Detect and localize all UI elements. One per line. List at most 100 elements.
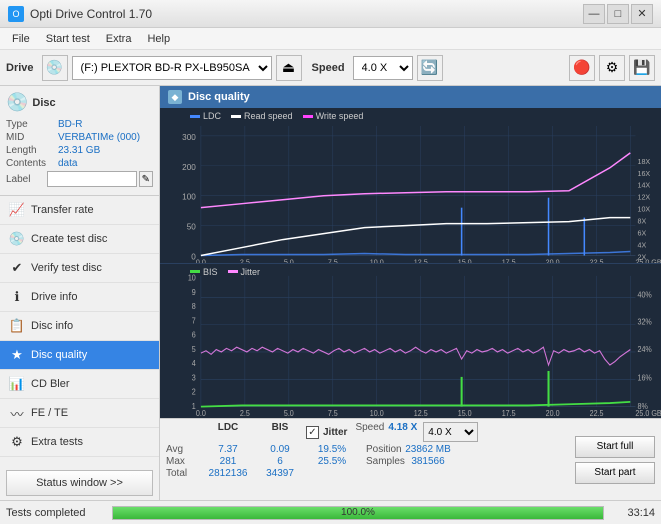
ldc-legend-dot	[190, 115, 200, 118]
start-part-btn[interactable]: Start part	[575, 462, 655, 484]
mid-label: MID	[6, 132, 58, 143]
menu-extra[interactable]: Extra	[98, 31, 140, 47]
nav-label-extra-tests: Extra tests	[31, 436, 83, 448]
svg-text:12.5: 12.5	[414, 260, 428, 263]
disc-btn2[interactable]: ⚙	[599, 55, 625, 81]
samples-label: Samples	[366, 456, 402, 467]
avg-label: Avg	[166, 444, 202, 455]
type-label: Type	[6, 119, 58, 130]
app-title: Opti Drive Control 1.70	[30, 7, 152, 21]
sidebar: 💿 Disc Type BD-R MID VERBATIMe (000) Len…	[0, 86, 160, 500]
nav-label-cd-bler: CD Bler	[31, 378, 70, 390]
maximize-button[interactable]: □	[607, 4, 629, 24]
eject-btn[interactable]: ⏏	[276, 55, 302, 81]
svg-text:18X: 18X	[637, 159, 650, 166]
disc-label-edit-btn[interactable]: ✎	[139, 171, 153, 187]
svg-text:12X: 12X	[637, 195, 650, 202]
status-window-btn[interactable]: Status window >>	[6, 470, 153, 496]
svg-text:24%: 24%	[637, 344, 651, 354]
max-label: Max	[166, 456, 202, 467]
svg-text:6: 6	[192, 330, 196, 340]
upper-chart: LDC Read speed Write speed	[160, 108, 661, 264]
ldc-col-header: LDC	[202, 422, 254, 442]
svg-text:22.5: 22.5	[590, 408, 604, 418]
menu-start-test[interactable]: Start test	[38, 31, 98, 47]
lower-chart-svg: 1 2 3 4 5 6 7 8 9 10 8% 16% 24% 32% 40%	[160, 264, 661, 419]
refresh-btn[interactable]: 🔄	[417, 55, 443, 81]
sidebar-item-drive-info[interactable]: ℹ Drive info	[0, 283, 159, 312]
svg-text:5.0: 5.0	[284, 408, 294, 418]
sidebar-item-cd-bler[interactable]: 📊 CD Bler	[0, 370, 159, 399]
stats-table: LDC BIS Jitter Speed 4.18 X 4.0 X Avg	[166, 422, 559, 497]
max-ldc: 281	[202, 456, 254, 467]
position-label: Position	[366, 444, 402, 455]
lower-chart: BIS Jitter	[160, 264, 661, 419]
svg-text:0.0: 0.0	[196, 408, 206, 418]
drive-select[interactable]: (F:) PLEXTOR BD-R PX-LB950SA 1.06	[72, 56, 272, 80]
svg-text:15.0: 15.0	[458, 408, 472, 418]
sidebar-item-extra-tests[interactable]: ⚙ Extra tests	[0, 428, 159, 457]
nav-label-drive-info: Drive info	[31, 291, 77, 303]
disc-section-title: Disc	[32, 97, 55, 109]
menu-help[interactable]: Help	[139, 31, 178, 47]
disc-quality-icon: ★	[8, 346, 26, 364]
create-test-disc-icon: 💿	[8, 230, 26, 248]
disc-label-input[interactable]	[47, 171, 137, 187]
total-label: Total	[166, 468, 202, 479]
svg-text:16X: 16X	[637, 171, 650, 178]
svg-text:17.5: 17.5	[502, 408, 516, 418]
svg-text:100: 100	[182, 193, 196, 202]
menu-file[interactable]: File	[4, 31, 38, 47]
svg-text:17.5: 17.5	[502, 260, 516, 263]
disc-label-label: Label	[6, 174, 47, 185]
avg-ldc: 7.37	[202, 444, 254, 455]
time-display: 33:14	[610, 507, 655, 519]
speed-select[interactable]: 4.0 X	[353, 56, 413, 80]
speed-stat-select[interactable]: 4.0 X	[423, 422, 478, 442]
svg-text:5.0: 5.0	[284, 260, 294, 263]
svg-text:2.5: 2.5	[240, 260, 250, 263]
sidebar-item-disc-info[interactable]: 📋 Disc info	[0, 312, 159, 341]
svg-text:8: 8	[192, 301, 196, 311]
action-btns: Start full Start part	[567, 422, 655, 497]
svg-text:16%: 16%	[637, 372, 651, 382]
svg-text:8X: 8X	[637, 219, 646, 226]
svg-text:20.0: 20.0	[546, 260, 560, 263]
max-jitter: 25.5%	[306, 456, 358, 467]
charts-area: LDC Read speed Write speed	[160, 108, 661, 418]
disc-btn1[interactable]: 🔴	[569, 55, 595, 81]
svg-text:22.5: 22.5	[590, 260, 604, 263]
total-bis: 34397	[254, 468, 306, 479]
bis-legend-dot	[190, 270, 200, 273]
jitter-checkbox[interactable]	[306, 426, 319, 439]
jitter-label: Jitter	[323, 427, 347, 438]
samples-val: 381566	[402, 456, 454, 467]
drive-info-icon: ℹ	[8, 288, 26, 306]
sidebar-item-transfer-rate[interactable]: 📈 Transfer rate	[0, 196, 159, 225]
contents-value: data	[58, 158, 77, 169]
svg-text:4X: 4X	[637, 243, 646, 250]
svg-text:10.0: 10.0	[370, 408, 384, 418]
sidebar-item-create-test-disc[interactable]: 💿 Create test disc	[0, 225, 159, 254]
drive-icon-btn[interactable]: 💿	[42, 55, 68, 81]
disc-info-icon: 📋	[8, 317, 26, 335]
type-value: BD-R	[58, 119, 82, 130]
speed-label: Speed	[312, 62, 345, 74]
read-speed-dot	[231, 115, 241, 118]
minimize-button[interactable]: —	[583, 4, 605, 24]
sidebar-item-fe-te[interactable]: 〰 FE / TE	[0, 399, 159, 428]
close-button[interactable]: ✕	[631, 4, 653, 24]
chart-title: Disc quality	[188, 91, 250, 103]
write-speed-dot	[303, 115, 313, 118]
sidebar-item-disc-quality[interactable]: ★ Disc quality	[0, 341, 159, 370]
avg-bis: 0.09	[254, 444, 306, 455]
svg-text:14X: 14X	[637, 183, 650, 190]
cd-bler-icon: 📊	[8, 375, 26, 393]
write-speed-legend: Write speed	[303, 111, 364, 121]
start-full-btn[interactable]: Start full	[575, 436, 655, 458]
svg-text:2.5: 2.5	[240, 408, 250, 418]
main-area: 💿 Disc Type BD-R MID VERBATIMe (000) Len…	[0, 86, 661, 500]
save-btn[interactable]: 💾	[629, 55, 655, 81]
read-speed-label: Read speed	[244, 111, 293, 121]
sidebar-item-verify-test-disc[interactable]: ✔ Verify test disc	[0, 254, 159, 283]
